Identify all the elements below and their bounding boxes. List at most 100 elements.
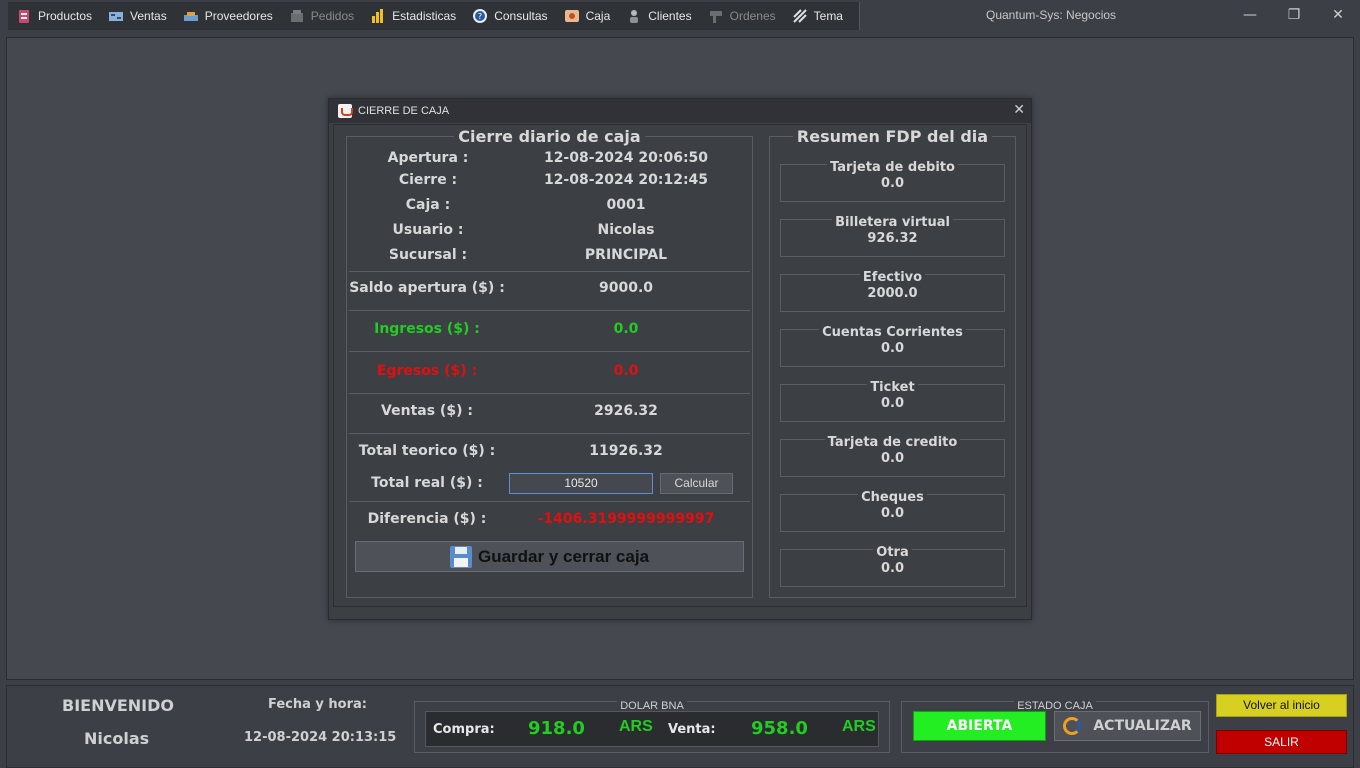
total-real-input[interactable]: 10520 bbox=[509, 473, 653, 494]
close-icon[interactable]: ✕ bbox=[1013, 102, 1025, 118]
menu-consultas[interactable]: ? Consultas bbox=[464, 2, 555, 30]
actualizar-label: ACTUALIZAR bbox=[1093, 718, 1192, 734]
volver-inicio-button[interactable]: Volver al inicio bbox=[1216, 694, 1347, 717]
menu-pedidos[interactable]: Pedidos bbox=[281, 2, 362, 30]
divider bbox=[349, 433, 750, 434]
productos-icon bbox=[16, 8, 32, 24]
fdp-label: Cheques bbox=[858, 490, 927, 505]
saldo-value: 9000.0 bbox=[598, 280, 654, 296]
fdp-billetera-virtual: Billetera virtual 926.32 bbox=[780, 215, 1005, 257]
welcome-label: BIENVENIDO bbox=[62, 696, 175, 715]
venta-label: Venta: bbox=[668, 722, 716, 737]
minimize-button[interactable]: — bbox=[1235, 4, 1265, 26]
venta-value: 958.0 bbox=[751, 718, 808, 739]
menu-estadisticas[interactable]: Estadisticas bbox=[362, 2, 464, 30]
estado-badge: ABIERTA bbox=[913, 711, 1046, 741]
fdp-label: Ticket bbox=[867, 380, 918, 395]
ingresos-value: 0.0 bbox=[613, 321, 639, 337]
close-window-button[interactable]: ✕ bbox=[1323, 4, 1353, 26]
dialog-title: CIERRE DE CAJA bbox=[358, 105, 450, 117]
fdp-cheques: Cheques 0.0 bbox=[780, 490, 1005, 532]
ventas-label: Ventas ($) : bbox=[381, 403, 473, 419]
close-icon: ✕ bbox=[1332, 7, 1344, 23]
fdp-ticket: Ticket 0.0 bbox=[780, 380, 1005, 422]
apertura-value: 12-08-2024 20:06:50 bbox=[543, 150, 709, 166]
salir-button[interactable]: SALIR bbox=[1216, 730, 1347, 754]
teorico-value: 11926.32 bbox=[589, 443, 663, 459]
usuario-label: Usuario : bbox=[392, 222, 464, 238]
fdp-tarjeta-credito: Tarjeta de credito 0.0 bbox=[780, 435, 1005, 477]
divider bbox=[349, 351, 750, 352]
ingresos-label: Ingresos ($) : bbox=[374, 321, 480, 337]
fdp-value: 0.0 bbox=[880, 506, 905, 521]
minimize-icon: — bbox=[1243, 7, 1257, 23]
diferencia-label: Diferencia ($) : bbox=[367, 511, 487, 527]
dolar-bna-panel: DOLAR BNA Compra: 918.0 ARS Venta: 958.0… bbox=[414, 700, 890, 753]
compra-label: Compra: bbox=[433, 722, 495, 737]
cierre-diario-panel: Cierre diario de caja Apertura : 12-08-2… bbox=[346, 127, 753, 598]
fdp-label: Tarjeta de debito bbox=[827, 160, 958, 175]
cierre-caja-dialog: CIERRE DE CAJA ✕ Cierre diario de caja A… bbox=[328, 98, 1032, 620]
panel-title: Resumen FDP del dia bbox=[792, 127, 993, 146]
cierre-label: Cierre : bbox=[398, 172, 458, 188]
compra-currency: ARS bbox=[619, 718, 653, 735]
compra-value: 918.0 bbox=[528, 718, 585, 739]
menu-clientes[interactable]: Clientes bbox=[618, 2, 699, 30]
app-title: Quantum-Sys: Negocios bbox=[986, 8, 1117, 22]
real-label: Total real ($) : bbox=[371, 475, 483, 491]
fdp-value: 0.0 bbox=[880, 396, 905, 411]
menu-ordenes[interactable]: Ordenes bbox=[700, 2, 784, 30]
user-name: Nicolas bbox=[84, 729, 150, 748]
restore-icon: ❐ bbox=[1287, 7, 1301, 23]
fdp-label: Billetera virtual bbox=[832, 215, 953, 230]
restore-button[interactable]: ❐ bbox=[1279, 4, 1309, 26]
java-icon bbox=[338, 104, 353, 118]
fdp-label: Cuentas Corrientes bbox=[819, 325, 966, 340]
menu-label: Ordenes bbox=[729, 9, 776, 23]
caja-icon bbox=[564, 8, 580, 24]
egresos-value: 0.0 bbox=[613, 363, 639, 379]
menu-proveedores[interactable]: Proveedores bbox=[175, 2, 281, 30]
caja-label: Caja : bbox=[405, 197, 451, 213]
calcular-button[interactable]: Calcular bbox=[660, 473, 733, 494]
teorico-label: Total teorico ($) : bbox=[358, 443, 496, 459]
menu-tema[interactable]: Tema bbox=[784, 2, 851, 30]
ventas-value: 2926.32 bbox=[594, 403, 658, 419]
divider bbox=[349, 271, 750, 272]
estado-caja-panel: ESTADO CAJA ABIERTA ACTUALIZAR bbox=[901, 700, 1209, 753]
menu-label: Caja bbox=[585, 9, 611, 23]
sucursal-label: Sucursal : bbox=[388, 247, 468, 263]
egresos-label: Egresos ($) : bbox=[376, 363, 478, 379]
fdp-label: Efectivo bbox=[859, 270, 926, 285]
fdp-cuentas-corrientes: Cuentas Corrientes 0.0 bbox=[780, 325, 1005, 367]
consultas-icon: ? bbox=[472, 8, 488, 24]
menu-label: Proveedores bbox=[204, 9, 273, 23]
floppy-disk-icon bbox=[449, 545, 472, 568]
guardar-cerrar-button[interactable]: Guardar y cerrar caja bbox=[355, 541, 744, 572]
menu-productos[interactable]: Productos bbox=[8, 2, 100, 30]
venta-currency: ARS bbox=[842, 718, 876, 735]
menu-label: Productos bbox=[38, 9, 93, 23]
divider bbox=[349, 393, 750, 394]
menu-caja[interactable]: Caja bbox=[556, 2, 619, 30]
status-bar: BIENVENIDO Nicolas Fecha y hora: 12-08-2… bbox=[6, 685, 1354, 768]
dolar-values: Compra: 918.0 ARS Venta: 958.0 ARS bbox=[425, 711, 879, 747]
fdp-efectivo: Efectivo 2000.0 bbox=[780, 270, 1005, 312]
menu-ventas[interactable]: Ventas bbox=[100, 2, 175, 30]
tema-icon bbox=[792, 8, 808, 24]
actualizar-button[interactable]: ACTUALIZAR bbox=[1054, 711, 1201, 741]
fdp-value: 0.0 bbox=[880, 176, 905, 191]
sucursal-value: PRINCIPAL bbox=[584, 247, 668, 263]
apertura-label: Apertura : bbox=[387, 150, 469, 166]
panel-title: Cierre diario de caja bbox=[454, 127, 645, 146]
dialog-titlebar[interactable]: CIERRE DE CAJA ✕ bbox=[329, 99, 1031, 123]
dialog-content: Cierre diario de caja Apertura : 12-08-2… bbox=[333, 124, 1027, 607]
menu-label: Ventas bbox=[130, 9, 167, 23]
fdp-label: Otra bbox=[873, 545, 912, 560]
saldo-label: Saldo apertura ($) : bbox=[349, 280, 505, 296]
fdp-value: 926.32 bbox=[867, 231, 918, 246]
svg-text:?: ? bbox=[478, 12, 482, 21]
fecha-hora-value: 12-08-2024 20:13:15 bbox=[244, 730, 397, 745]
menu-label: Tema bbox=[813, 9, 843, 23]
fdp-value: 2000.0 bbox=[867, 286, 918, 301]
